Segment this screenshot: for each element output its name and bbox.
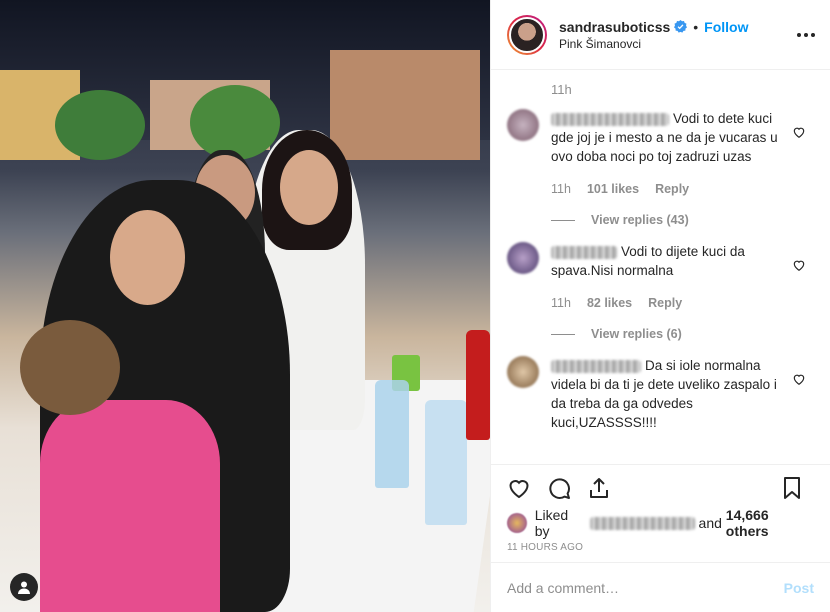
reply-button[interactable]: Reply bbox=[655, 180, 689, 199]
likes-summary[interactable]: Liked by and 14,666 others bbox=[491, 507, 830, 539]
follow-button[interactable]: Follow bbox=[704, 19, 748, 35]
author-username[interactable]: sandrasuboticss bbox=[559, 19, 670, 35]
comment-item: Vodi to dete kuci gde joj je i mesto a n… bbox=[507, 109, 814, 230]
tagged-users-icon[interactable] bbox=[10, 573, 38, 601]
verified-badge-icon bbox=[674, 20, 688, 33]
comment-likes[interactable]: 82 likes bbox=[587, 294, 632, 313]
reply-button[interactable]: Reply bbox=[648, 294, 682, 313]
comment-time: 11h bbox=[551, 182, 571, 196]
post-button[interactable]: Post bbox=[784, 580, 814, 596]
comment-item: Da si iole normalna videla bi da ti je d… bbox=[507, 356, 814, 432]
post-header: sandrasuboticss • Follow Pink Šimanovci bbox=[491, 0, 830, 70]
comment-heart-icon[interactable] bbox=[792, 258, 806, 272]
post-actions bbox=[491, 464, 830, 510]
view-replies-button[interactable]: View replies (6) bbox=[551, 325, 781, 344]
comment-heart-icon[interactable] bbox=[792, 372, 806, 386]
comment-time: 11h bbox=[551, 296, 571, 310]
view-replies-button[interactable]: View replies (43) bbox=[551, 211, 781, 230]
view-replies-label: View replies (43) bbox=[591, 213, 689, 227]
commenter-avatar[interactable] bbox=[507, 109, 539, 141]
liked-by-others[interactable]: 14,666 others bbox=[726, 507, 814, 539]
comment-icon[interactable] bbox=[547, 476, 571, 500]
commenter-username-blurred[interactable] bbox=[551, 359, 641, 373]
commenter-avatar[interactable] bbox=[507, 356, 539, 388]
liker-avatar bbox=[507, 513, 527, 533]
liked-by-prefix: Liked by bbox=[534, 507, 569, 539]
comment-time: 11h bbox=[551, 82, 572, 97]
commenter-avatar[interactable] bbox=[507, 242, 539, 274]
comment-input[interactable] bbox=[507, 579, 784, 596]
post-timestamp[interactable]: 11 hours ago bbox=[491, 536, 830, 560]
comment-item: Vodi to dijete kuci da spava.Nisi normal… bbox=[507, 242, 814, 344]
comment-heart-icon[interactable] bbox=[792, 125, 806, 139]
liked-by-connector: and bbox=[698, 515, 722, 531]
heart-icon[interactable] bbox=[507, 476, 531, 500]
comment-likes[interactable]: 101 likes bbox=[587, 180, 639, 199]
add-comment-bar: Post bbox=[491, 562, 830, 612]
more-options-icon[interactable] bbox=[794, 23, 818, 47]
bookmark-icon[interactable] bbox=[780, 476, 804, 500]
share-icon[interactable] bbox=[587, 476, 611, 500]
post-location[interactable]: Pink Šimanovci bbox=[559, 37, 749, 51]
commenter-username-blurred[interactable] bbox=[551, 245, 617, 259]
post-sidebar: sandrasuboticss • Follow Pink Šimanovci … bbox=[490, 0, 830, 612]
commenter-username-blurred[interactable] bbox=[551, 112, 669, 126]
author-avatar[interactable] bbox=[507, 14, 547, 55]
view-replies-label: View replies (6) bbox=[591, 327, 682, 341]
liker-username-blurred[interactable] bbox=[590, 516, 695, 530]
comments-list[interactable]: 11h Vodi to dete kuci gde joj je i mesto… bbox=[491, 70, 830, 464]
separator-dot: • bbox=[693, 18, 699, 35]
instagram-post: sandrasuboticss • Follow Pink Šimanovci … bbox=[0, 0, 830, 612]
post-photo[interactable] bbox=[0, 0, 490, 612]
